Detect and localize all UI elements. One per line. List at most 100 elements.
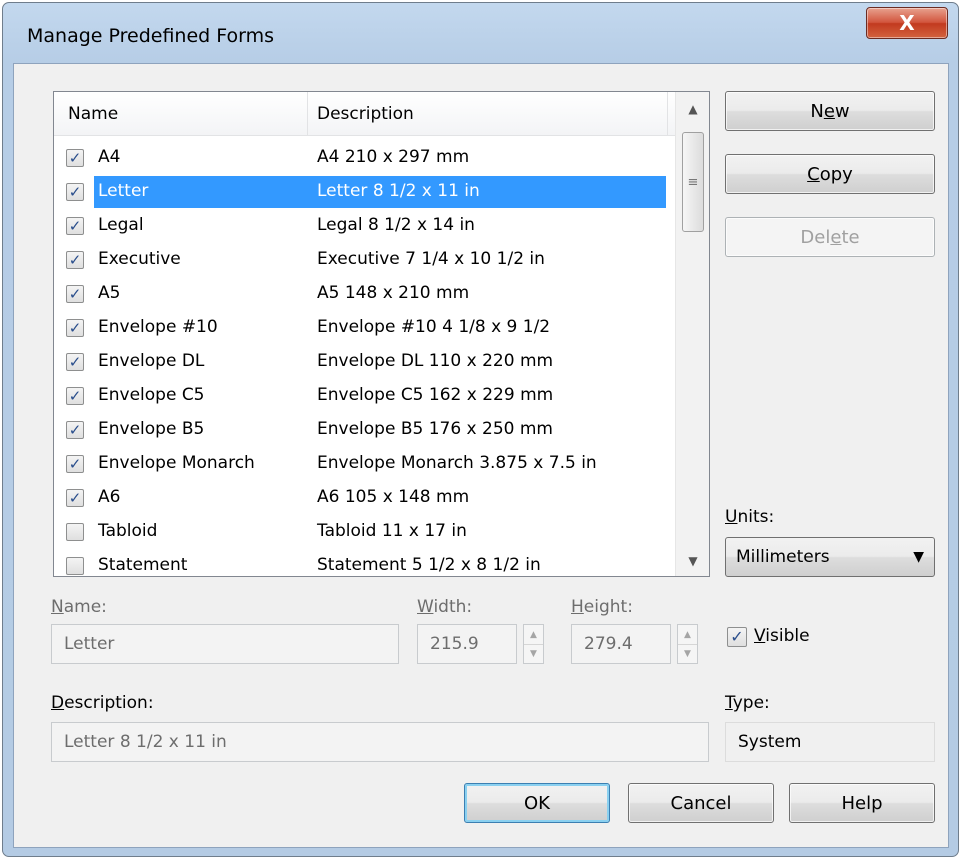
title-bar[interactable]: Manage Predefined Forms X [3, 3, 958, 65]
list-item[interactable]: ✓ Letter Letter 8 1/2 x 11 in [54, 175, 675, 209]
form-name: Tabloid [98, 521, 158, 541]
form-description: A6 105 x 148 mm [317, 487, 470, 507]
checkmark-icon: ✓ [68, 182, 82, 201]
name-label: Name: [51, 597, 107, 617]
close-icon: X [899, 11, 915, 35]
form-name: Envelope DL [98, 351, 205, 371]
name-field[interactable]: Letter [51, 624, 399, 664]
spin-down-icon[interactable]: ▼ [678, 644, 697, 663]
list-item[interactable]: ✓ Envelope DL Envelope DL 110 x 220 mm [54, 345, 675, 379]
checkmark-icon: ✓ [68, 386, 82, 405]
delete-button[interactable]: Del e te [725, 217, 935, 257]
checkmark-icon: ✓ [68, 216, 82, 235]
list-item[interactable]: ✓ Envelope Monarch Envelope Monarch 3.875 … [54, 447, 675, 481]
help-button[interactable]: Help [789, 783, 935, 823]
height-field[interactable]: 279.4 [571, 624, 671, 664]
form-name: Envelope Monarch [98, 453, 255, 473]
visible-label[interactable]: Visible [754, 626, 810, 646]
column-header-name[interactable]: Name [68, 104, 118, 124]
list-rows: ✓ A4 A4 210 x 297 mm ✓ Letter Letter 8 1/2 x … [54, 141, 675, 576]
form-name: Envelope B5 [98, 419, 205, 439]
type-label: Type: [725, 693, 770, 713]
name-field-value: Letter [64, 634, 115, 654]
visible-checkbox[interactable] [66, 557, 84, 575]
delete-label-post: te [841, 226, 860, 248]
type-value: System [725, 722, 935, 762]
new-label-post: w [834, 100, 850, 122]
height-spinner[interactable]: ▲ ▼ [677, 624, 698, 664]
list-item[interactable]: Statement Statement 5 1/2 x 8 1/2 in [54, 549, 675, 576]
units-label: Units: [725, 507, 775, 527]
form-name: Letter [98, 181, 149, 201]
scroll-down-arrow-icon[interactable]: ▼ [676, 544, 709, 576]
visible-checkbox[interactable]: ✓ [66, 285, 84, 303]
list-item[interactable]: ✓ A5 A5 148 x 210 mm [54, 277, 675, 311]
form-description: Legal 8 1/2 x 14 in [317, 215, 475, 235]
height-label: Height: [571, 597, 633, 617]
form-name: Executive [98, 249, 181, 269]
spin-up-icon[interactable]: ▲ [678, 625, 697, 644]
column-header-description[interactable]: Description [317, 104, 414, 124]
checkmark-icon: ✓ [68, 148, 82, 167]
units-selected: Millimeters [736, 547, 830, 567]
list-item[interactable]: ✓ Envelope B5 Envelope B5 176 x 250 mm [54, 413, 675, 447]
form-description: Envelope B5 176 x 250 mm [317, 419, 553, 439]
visible-checkbox[interactable]: ✓ [66, 319, 84, 337]
delete-label-pre: Del [800, 226, 831, 248]
copy-label-post: opy [819, 163, 853, 185]
visible-checkbox[interactable]: ✓ [66, 353, 84, 371]
visible-checkbox[interactable]: ✓ [66, 217, 84, 235]
scrollbar-thumb[interactable]: ≡ [682, 132, 704, 232]
cancel-button[interactable]: Cancel [628, 783, 774, 823]
form-description: Executive 7 1/4 x 10 1/2 in [317, 249, 545, 269]
list-item[interactable]: ✓ Legal Legal 8 1/2 x 14 in [54, 209, 675, 243]
scroll-up-arrow-icon[interactable]: ▲ [676, 92, 709, 126]
width-field[interactable]: 215.9 [417, 624, 517, 664]
list-item[interactable]: Tabloid Tabloid 11 x 17 in [54, 515, 675, 549]
new-button[interactable]: New [725, 91, 935, 131]
list-item[interactable]: ✓ Executive Executive 7 1/4 x 10 1/2 in [54, 243, 675, 277]
forms-list[interactable]: Name Description ✓ A4 A4 210 x 297 mm ✓ Lett… [53, 91, 710, 577]
dialog-window: Manage Predefined Forms X Name Descripti… [2, 2, 959, 857]
list-header: Name Description [54, 92, 675, 136]
visible-checkbox[interactable]: ✓ [66, 489, 84, 507]
copy-label-key: C [807, 163, 820, 185]
description-label: Description: [51, 693, 154, 713]
width-label: Width: [417, 597, 473, 617]
visible-checkbox[interactable]: ✓ [66, 455, 84, 473]
list-item[interactable]: ✓ A4 A4 210 x 297 mm [54, 141, 675, 175]
new-label-key: e [823, 100, 835, 122]
form-description: A5 148 x 210 mm [317, 283, 470, 303]
visible-checkbox[interactable]: ✓ [66, 149, 84, 167]
visible-checkbox[interactable]: ✓ [66, 183, 84, 201]
form-name: A6 [98, 487, 121, 507]
visible-checkbox[interactable]: ✓ [66, 387, 84, 405]
list-item[interactable]: ✓ Envelope C5 Envelope C5 162 x 229 mm [54, 379, 675, 413]
column-divider[interactable] [667, 92, 668, 136]
vertical-scrollbar[interactable]: ▲ ≡ ▼ [675, 92, 709, 576]
checkmark-icon: ✓ [68, 284, 82, 303]
visible-checkbox[interactable] [66, 523, 84, 541]
list-item[interactable]: ✓ Envelope #10 Envelope #10 4 1/8 x 9 1/2 [54, 311, 675, 345]
spin-up-icon[interactable]: ▲ [524, 625, 543, 644]
checkmark-icon: ✓ [730, 627, 744, 646]
spin-down-icon[interactable]: ▼ [524, 644, 543, 663]
list-item[interactable]: ✓ A6 A6 105 x 148 mm [54, 481, 675, 515]
description-field-value: Letter 8 1/2 x 11 in [64, 732, 227, 752]
units-dropdown[interactable]: Millimeters ▼ [725, 537, 935, 577]
form-description: A4 210 x 297 mm [317, 147, 470, 167]
copy-button[interactable]: Copy [725, 154, 935, 194]
window-title: Manage Predefined Forms [27, 25, 275, 47]
form-name: Envelope #10 [98, 317, 218, 337]
width-spinner[interactable]: ▲ ▼ [523, 624, 544, 664]
visible-checkbox[interactable]: ✓ [66, 251, 84, 269]
checkmark-icon: ✓ [68, 420, 82, 439]
ok-button[interactable]: OK [464, 783, 610, 823]
form-name: Statement [98, 555, 188, 575]
visible-checkbox[interactable]: ✓ [66, 421, 84, 439]
description-field[interactable]: Letter 8 1/2 x 11 in [51, 722, 709, 762]
visible-checkbox[interactable]: ✓ [727, 627, 747, 647]
checkmark-icon: ✓ [68, 318, 82, 337]
close-button[interactable]: X [866, 7, 948, 39]
column-divider[interactable] [307, 92, 308, 136]
